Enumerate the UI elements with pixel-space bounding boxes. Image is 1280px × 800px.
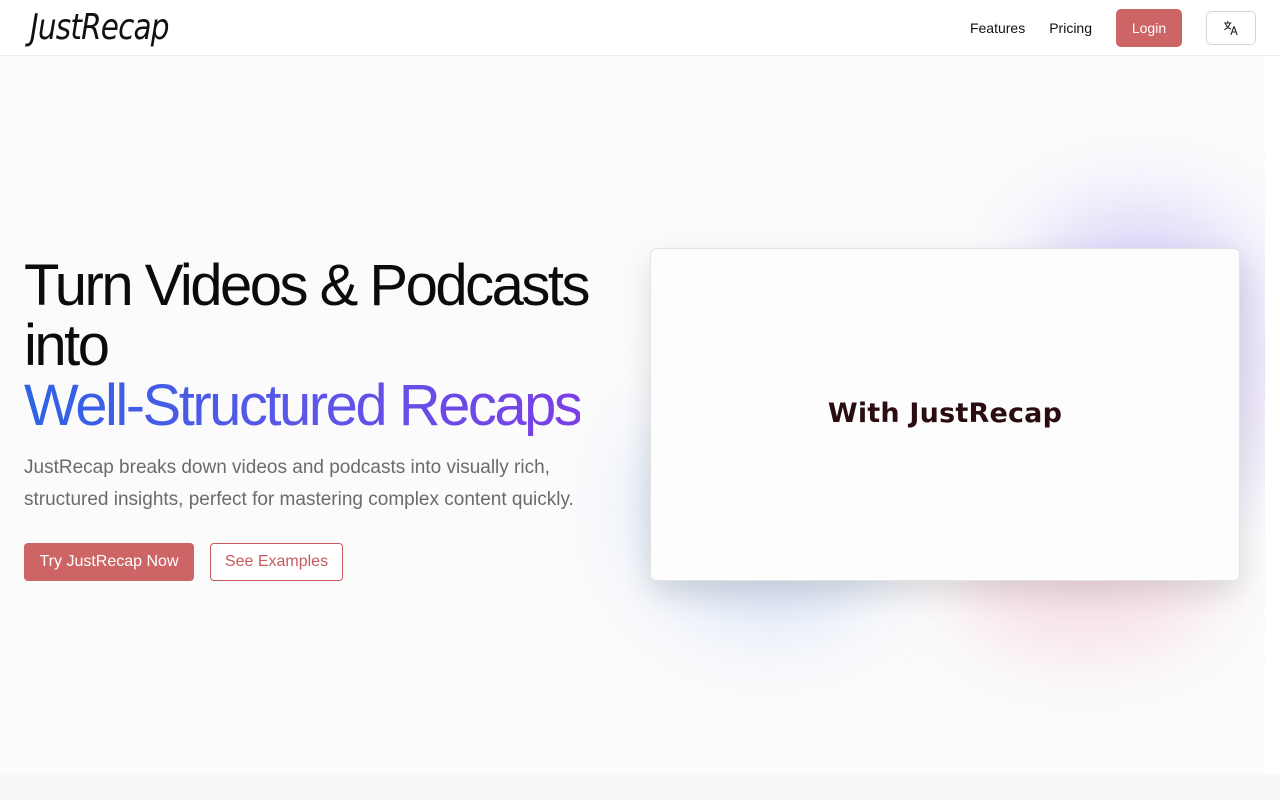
- nav-features-link[interactable]: Features: [970, 20, 1025, 36]
- site-header: JustRecap Features Pricing Login: [0, 0, 1280, 56]
- preview-card: With JustRecap: [650, 248, 1240, 581]
- try-now-button[interactable]: Try JustRecap Now: [24, 543, 194, 581]
- main-nav: Features Pricing Login: [970, 9, 1256, 47]
- next-section: [0, 774, 1280, 800]
- language-button[interactable]: [1206, 11, 1256, 45]
- logo[interactable]: JustRecap: [30, 6, 170, 50]
- login-button[interactable]: Login: [1116, 9, 1182, 47]
- scrollbar-track[interactable]: [1265, 56, 1280, 774]
- translate-icon: [1223, 20, 1238, 36]
- preview-card-text: With JustRecap: [827, 398, 1063, 429]
- headline-line-1: Turn Videos & Podcasts: [24, 253, 591, 318]
- see-examples-button[interactable]: See Examples: [210, 543, 343, 581]
- headline-line-2: into: [24, 313, 110, 378]
- hero-headline: Turn Videos & Podcasts into Well-Structu…: [24, 256, 644, 436]
- hero-subtext: JustRecap breaks down videos and podcast…: [24, 457, 574, 510]
- nav-pricing-link[interactable]: Pricing: [1049, 20, 1092, 36]
- headline-highlight: Well-Structured Recaps: [24, 373, 583, 438]
- hero-section: Turn Videos & Podcasts into Well-Structu…: [0, 56, 1265, 774]
